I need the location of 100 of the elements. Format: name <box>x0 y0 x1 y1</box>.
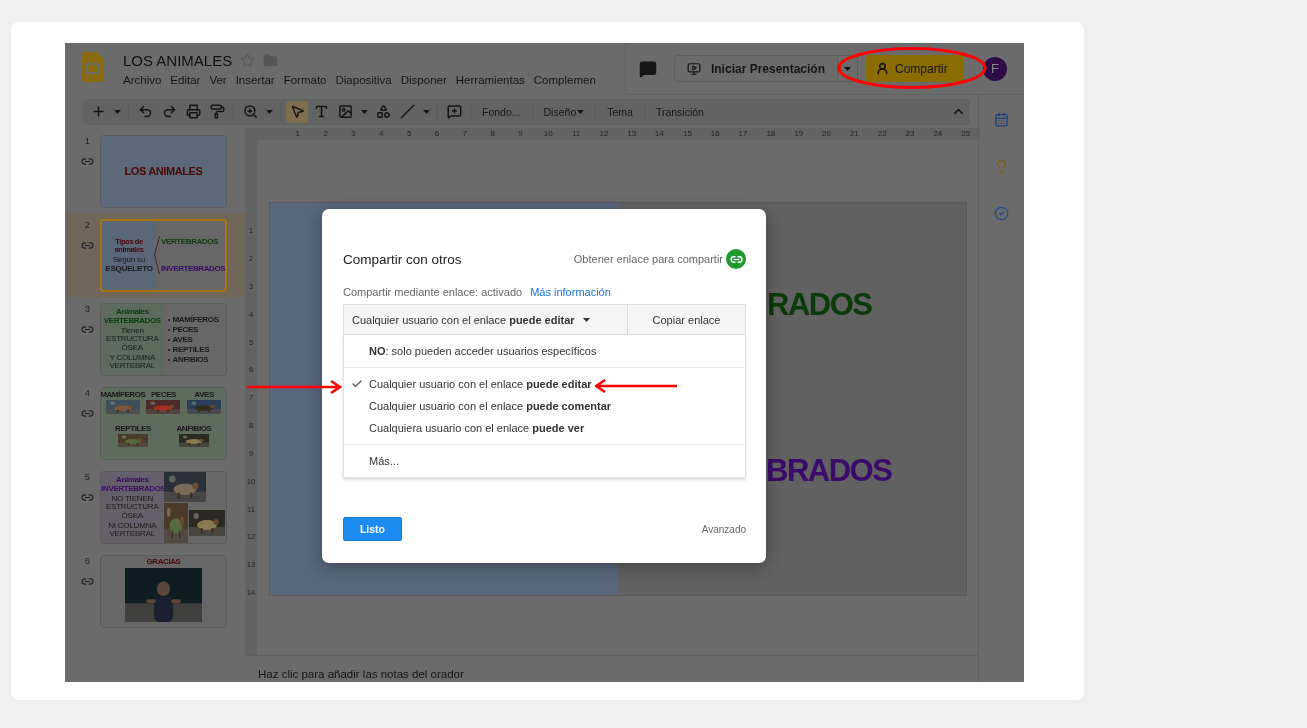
slide-subtitle: Según su ESQUELETO <box>104 256 154 274</box>
person-icon <box>876 62 889 75</box>
slide-thumbnail-row[interactable]: 6 GRACIAS <box>65 549 245 633</box>
check-icon <box>350 378 363 390</box>
paint-roller-icon <box>209 104 225 119</box>
slide-number: 6 <box>84 555 91 566</box>
image-icon <box>337 104 353 119</box>
link-status: Compartir mediante enlace: activado <box>343 286 523 298</box>
copy-link-button[interactable]: Copiar enlace <box>628 304 746 335</box>
slide-heading: RADOS <box>767 287 872 323</box>
undo-icon <box>137 104 153 119</box>
caret-icon <box>582 317 590 322</box>
menu-option[interactable]: Más... <box>344 445 745 477</box>
more-info-link[interactable]: Más información <box>530 286 611 298</box>
caret-icon <box>360 109 368 114</box>
bullet-item: REPTILES <box>167 345 210 354</box>
ruler-number: 19 <box>793 128 805 140</box>
menu-item[interactable]: Diapositiva <box>335 73 392 87</box>
picture-label: ANFIBIOS <box>176 424 212 433</box>
link-icon <box>81 323 94 336</box>
calendar-icon[interactable] <box>994 112 1009 127</box>
advanced-link[interactable]: Avanzado <box>701 523 746 535</box>
slide-thumbnail-row[interactable]: 1 LOS ANIMALES <box>65 129 245 213</box>
slide-text: Y COLUMNA VERTEBRAL <box>108 354 157 371</box>
plus-icon <box>90 104 106 119</box>
speaker-notes-placeholder[interactable]: Haz clic para añadir las notas del orador <box>258 668 464 680</box>
slide-text: Tienen ESTRUCTURA ÓSEA <box>104 326 160 353</box>
check-circle-icon[interactable] <box>994 206 1009 221</box>
slide-thumbnail-row[interactable]: 4 MAMÍFEROS PECES AVES REPTILES ANFIBIOS <box>65 381 245 465</box>
access-dropdown[interactable]: Cualquier usuario con el enlace puede editar <box>343 304 628 335</box>
present-button[interactable]: Iniciar Presentación <box>673 55 838 82</box>
slide-thumbnail[interactable]: GRACIAS <box>100 555 227 628</box>
menu-item[interactable]: Editar <box>170 73 201 87</box>
slide-heading: BRADOS <box>766 453 892 489</box>
branch-label: INVERTEBRADOS <box>161 264 225 273</box>
toolbar-button[interactable]: Transición <box>649 100 710 123</box>
print-icon <box>185 104 201 119</box>
menu-option[interactable]: Cualquiera usuario con el enlace puede ver <box>344 417 745 439</box>
toolbar-button[interactable] <box>286 100 308 123</box>
slide-title: Animales VERTEBRADOS <box>102 308 162 325</box>
slide-number: 4 <box>84 387 91 398</box>
slides-logo-icon <box>82 52 104 82</box>
picture-label: MAMÍFEROS <box>101 391 146 400</box>
zoom-icon <box>242 104 258 119</box>
caret-icon <box>577 109 585 114</box>
ruler-number: 2 <box>322 128 329 140</box>
bullet-item: MAMÍFEROS <box>167 315 219 324</box>
text-box-icon <box>313 104 329 119</box>
document-title[interactable]: LOS ANIMALES <box>123 52 233 69</box>
ruler-number: 23 <box>904 128 916 140</box>
caret-icon <box>265 109 273 114</box>
ruler-number: 13 <box>626 128 638 140</box>
slide-title: GRACIAS <box>146 558 181 567</box>
toolbar-button[interactable]: Diseño <box>537 100 591 123</box>
slide-thumbnail-row[interactable]: 3 Animales VERTEBRADOS Tienen ESTRUCTURA ÓSEA Y COLUMNA VERTEBRAL MAMÍFEROS PECES AVES REPTILES ANFIBIOS <box>65 297 245 381</box>
bullet-item: ANFIBIOS <box>167 355 209 364</box>
cursor-icon <box>289 104 305 119</box>
picture-label: REPTILES <box>115 424 151 433</box>
menu-item[interactable]: Archivo <box>123 73 162 87</box>
ruler-number: 21 <box>848 128 860 140</box>
play-icon <box>686 61 701 76</box>
link-icon <box>81 491 94 504</box>
avatar[interactable]: F <box>983 56 1007 81</box>
slide-title: Animales INVERTEBRADOS <box>101 476 164 493</box>
toolbar-button[interactable]: Fondo... <box>476 100 527 123</box>
menu-item[interactable]: Herramientas <box>455 73 525 87</box>
branch-arrows-drawing <box>154 235 160 275</box>
slide-text: NO TIENEN ESTRUCTURA ÓSEA <box>104 494 160 521</box>
caret-icon <box>113 109 121 114</box>
slide-thumbnail[interactable]: MAMÍFEROS PECES AVES REPTILES ANFIBIOS <box>100 387 227 460</box>
slide-thumbnail[interactable]: LOS ANIMALES <box>100 135 227 208</box>
caret-icon <box>844 66 851 71</box>
ruler-number: 15 <box>681 128 693 140</box>
slide-number: 3 <box>84 303 91 314</box>
branch-label: VERTEBRADOS <box>161 238 219 247</box>
done-button[interactable]: Listo <box>343 517 402 541</box>
bullet-item: AVES <box>167 335 193 344</box>
share-button[interactable]: Compartir <box>866 55 964 82</box>
add-comment-icon <box>446 104 462 119</box>
comment-icon[interactable] <box>638 59 657 78</box>
picture-label: PECES <box>150 391 177 400</box>
menu-option[interactable]: Cualquier usuario con el enlace puede comentar <box>344 395 745 417</box>
menu-option[interactable]: NO: solo pueden acceder usuarios específicos <box>344 335 745 367</box>
link-icon <box>81 239 94 252</box>
link-icon <box>81 155 94 168</box>
get-link-button[interactable]: Obtener enlace para compartir <box>573 249 746 269</box>
menu-item[interactable]: Insertar <box>235 73 275 87</box>
caret-icon <box>422 109 430 114</box>
menu-item[interactable]: Formato <box>283 73 327 87</box>
menu-item[interactable]: Complemen <box>533 73 596 87</box>
bullet-item: PECES <box>167 325 199 334</box>
slide-text: NI COLUMNA VERTEBRAL <box>107 522 158 539</box>
slide-title: LOS ANIMALES <box>124 165 203 178</box>
slide-thumbnail[interactable]: Animales VERTEBRADOS Tienen ESTRUCTURA ÓSEA Y COLUMNA VERTEBRAL MAMÍFEROS PECES AVES REPTILES ANFIBIOS <box>100 303 227 376</box>
slide-number: 5 <box>84 471 91 482</box>
link-icon <box>81 407 94 420</box>
menu-option[interactable]: Cualquier usuario con el enlace puede editar <box>344 373 745 395</box>
toolbar-button[interactable]: Tema <box>601 100 639 123</box>
menu-item[interactable]: Ver <box>209 73 227 87</box>
menu-item[interactable]: Disponer <box>400 73 447 87</box>
